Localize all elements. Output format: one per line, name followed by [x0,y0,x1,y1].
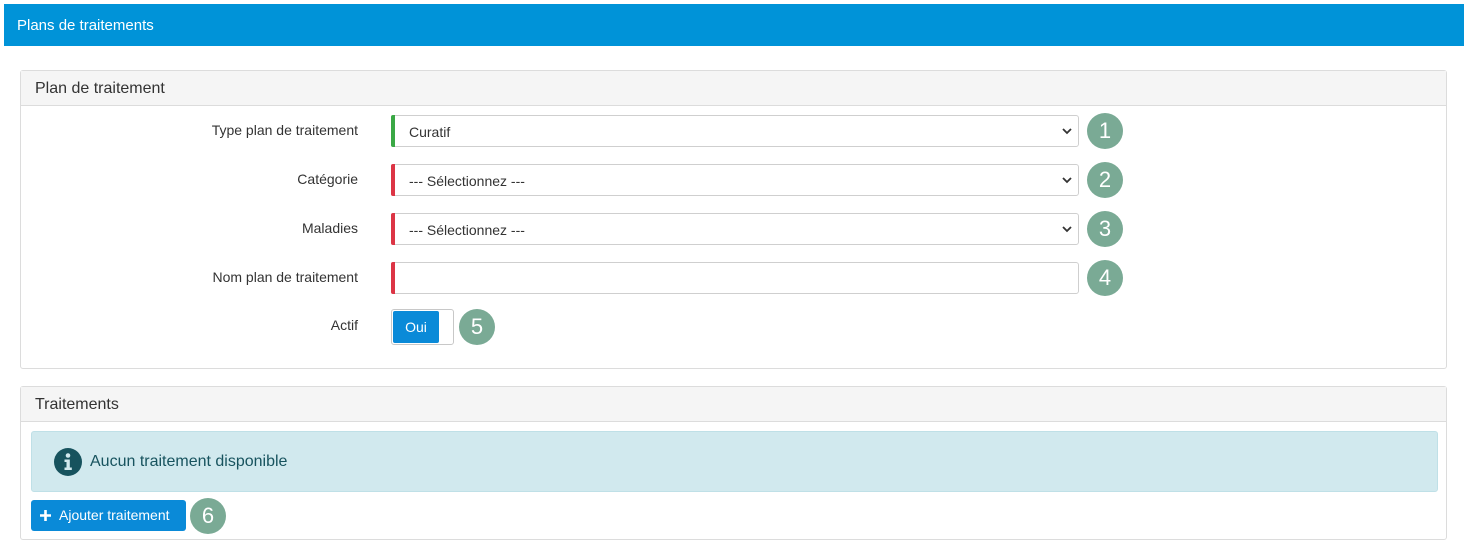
info-circle-icon [54,448,82,476]
maladies-value: --- Sélectionnez --- [409,222,525,238]
type-plan-value: Curatif [409,124,451,140]
chevron-down-icon [1062,226,1072,233]
actif-row: Actif Oui 5 [21,308,1446,345]
categorie-value: --- Sélectionnez --- [409,173,525,189]
step-badge-4: 4 [1087,260,1123,296]
treatment-plan-panel-title: Plan de traitement [21,71,1446,106]
treatments-panel: Traitements Aucun traitement disponible … [20,386,1447,540]
type-plan-select[interactable]: Curatif [391,115,1079,147]
step-badge-1: 1 [1087,113,1123,149]
empty-treatments-message: Aucun traitement disponible [90,453,288,470]
plus-icon [40,510,51,521]
step-badge-3: 3 [1087,211,1123,247]
nom-plan-input[interactable] [391,262,1079,294]
actif-toggle-on: Oui [393,311,439,343]
page-header: Plans de traitements [4,4,1464,46]
nom-plan-row: Nom plan de traitement 4 [21,260,1446,296]
actif-label: Actif [330,317,358,333]
step-badge-2: 2 [1087,162,1123,198]
add-treatment-label: Ajouter traitement [59,507,170,523]
categorie-label: Catégorie [297,171,358,187]
maladies-select[interactable]: --- Sélectionnez --- [391,213,1079,245]
actif-toggle[interactable]: Oui [391,309,454,345]
page-title: Plans de traitements [17,17,154,34]
chevron-down-icon [1062,177,1072,184]
add-treatment-button[interactable]: Ajouter traitement [31,500,186,531]
categorie-select[interactable]: --- Sélectionnez --- [391,164,1079,196]
step-badge-5: 5 [459,309,495,345]
type-plan-label: Type plan de traitement [211,122,358,138]
maladies-label: Maladies [301,220,358,236]
categorie-row: Catégorie --- Sélectionnez --- 2 [21,162,1446,198]
treatment-plan-panel: Plan de traitement Type plan de traiteme… [20,70,1447,369]
step-badge-6: 6 [190,498,226,534]
treatments-panel-title: Traitements [21,387,1446,422]
type-plan-row: Type plan de traitement Curatif 1 [21,113,1446,149]
maladies-row: Maladies --- Sélectionnez --- 3 [21,211,1446,247]
nom-plan-label: Nom plan de traitement [212,269,358,285]
empty-treatments-alert: Aucun traitement disponible [31,431,1438,492]
chevron-down-icon [1062,128,1072,135]
